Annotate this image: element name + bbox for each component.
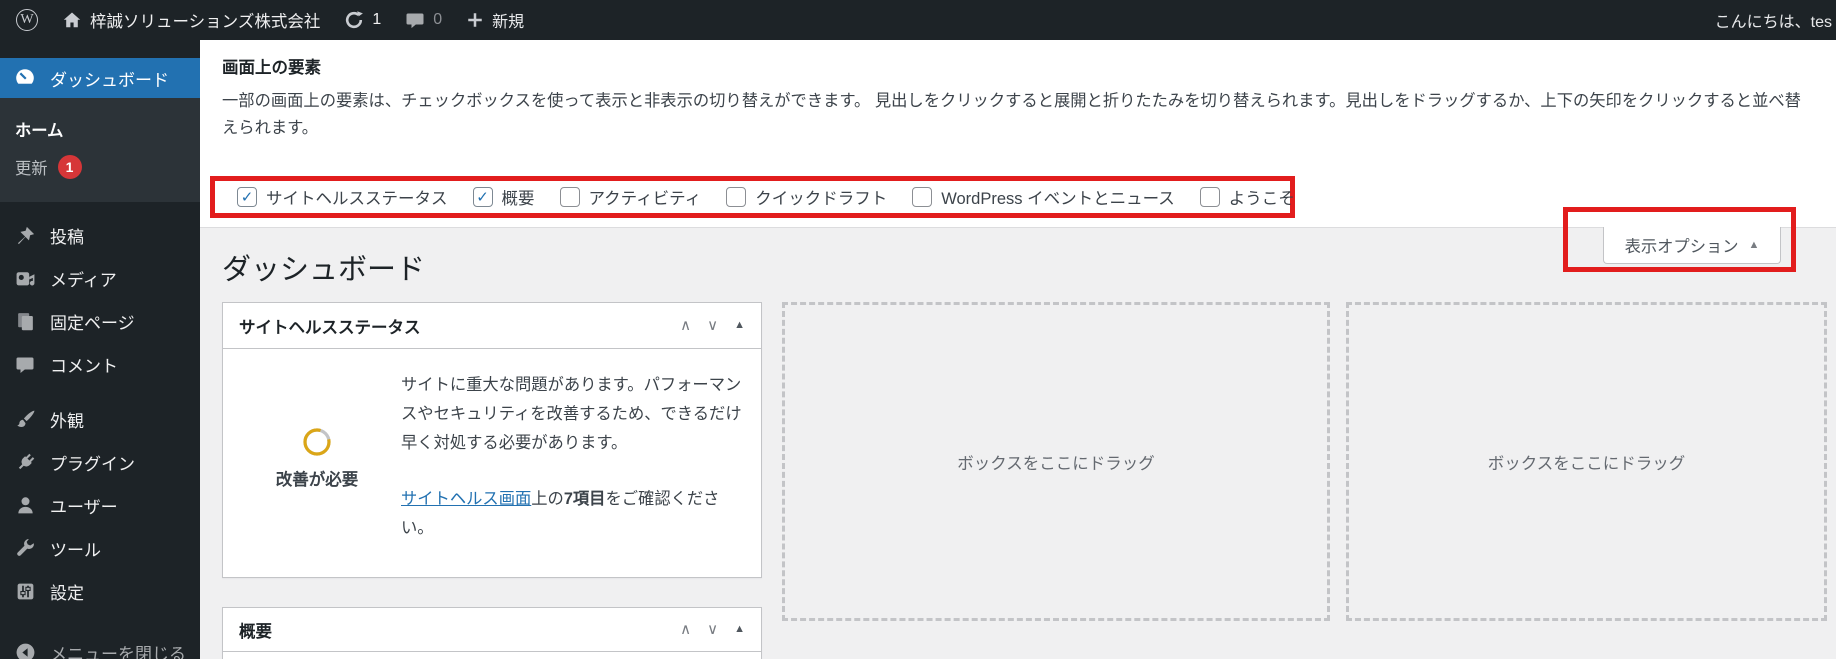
site-health-widget: サイトヘルスステータス ∧ ∨ ▲ 改善が必要 サイトに重大な問題があります。パ… [222,302,762,578]
account-greeting[interactable]: こんにちは、tes [1715,0,1832,40]
site-health-body: 改善が必要 サイトに重大な問題があります。パフォーマンスやセキュリティを改善する… [223,349,761,543]
sidebar-item-posts[interactable]: 投稿 [0,214,200,257]
sliders-icon [13,581,37,602]
sidebar-item-users[interactable]: ユーザー [0,484,200,527]
at-a-glance-widget-header[interactable]: 概要 ∧ ∨ ▲ [223,608,761,652]
update-icon [344,10,364,30]
screen-options-description: 一部の画面上の要素は、チェックボックスを使って表示と非表示の切り替えができます。… [222,92,1801,137]
site-health-description: サイトに重大な問題があります。パフォーマンスやセキュリティを改善するため、できる… [401,376,742,452]
widget-title: 概要 [239,622,272,641]
sidebar-item-appearance[interactable]: 外観 [0,398,200,441]
widget-drop-zone[interactable]: ボックスをここにドラッグ [782,302,1330,621]
pushpin-icon [13,225,37,246]
checkbox-at-a-glance[interactable]: ✓ 概要 [472,185,535,209]
home-icon [62,10,82,30]
sidebar-item-pages[interactable]: 固定ページ [0,300,200,343]
page-title: ダッシュボード [222,254,426,286]
checkbox-box: ✓ [559,187,580,207]
sidebar-item-label: ダッシュボード [50,70,169,90]
comments-menu[interactable]: 0 [393,0,454,40]
site-health-link-line: サイトヘルス画面上の7項目をご確認ください。 [401,490,720,537]
admin-sidebar: ダッシュボード ホーム 更新 1 投稿 メディア 固定ページ コメント 外観 プ… [0,40,200,659]
checkbox-box: ✓ [237,187,257,207]
move-up-icon[interactable]: ∧ [680,318,691,333]
sidebar-item-dashboard[interactable]: ダッシュボード [0,58,200,98]
admin-bar: W 梓誠ソリューションズ株式会社 1 0 新規 こんにちは、tes [0,0,1836,40]
collapse-arrow-icon [13,642,37,659]
status-label: 改善が必要 [275,471,359,489]
site-name-link[interactable]: 梓誠ソリューションズ株式会社 [50,0,332,40]
checkbox-quick-draft[interactable]: ✓ クイックドラフト [726,185,887,209]
sidebar-item-plugins[interactable]: プラグイン [0,441,200,484]
pages-icon [13,311,37,332]
screen-elements-heading: 画面上の要素 [222,59,321,77]
widget-drop-zone[interactable]: ボックスをここにドラッグ [1346,302,1827,621]
new-content-menu[interactable]: 新規 [454,0,536,40]
move-down-icon[interactable]: ∨ [707,318,718,333]
collapse-menu-button[interactable]: メニューを閉じる [0,631,200,659]
sidebar-subitem-home[interactable]: ホーム [0,110,200,148]
user-icon [13,495,37,516]
wrench-icon [13,538,37,559]
chevron-up-icon: ▲ [1748,239,1760,251]
move-down-icon[interactable]: ∨ [707,622,718,637]
at-a-glance-widget: 概要 ∧ ∨ ▲ [222,607,762,659]
plus-icon [466,11,484,29]
wordpress-logo-icon: W [16,9,38,31]
site-health-widget-header[interactable]: サイトヘルスステータス ∧ ∨ ▲ [223,303,761,349]
checkbox-box: ✓ [726,187,747,207]
checkbox-activity[interactable]: ✓ アクティビティ [559,185,701,209]
move-up-icon[interactable]: ∧ [680,622,691,637]
new-label: 新規 [492,14,525,31]
checkbox-box: ✓ [472,187,493,207]
site-health-status-ring [303,428,331,456]
media-icon [13,268,37,289]
sidebar-subitem-updates[interactable]: 更新 1 [0,148,200,186]
toggle-widget-icon[interactable]: ▲ [734,624,745,635]
sidebar-item-tools[interactable]: ツール [0,527,200,570]
main-content: 画面上の要素 一部の画面上の要素は、チェックボックスを使って表示と非表示の切り替… [200,40,1836,659]
dashboard-submenu: ホーム 更新 1 [0,98,200,202]
dashboard-gauge-icon [13,67,37,89]
checkbox-welcome[interactable]: ✓ ようこそ [1199,185,1295,209]
sidebar-item-comments[interactable]: コメント [0,343,200,386]
checkbox-site-health-status[interactable]: ✓ サイトヘルスステータス [237,185,448,209]
screen-options-toggle-button[interactable]: 表示オプション ▲ [1603,227,1781,264]
comment-count: 0 [433,11,443,28]
paintbrush-icon [13,409,37,430]
site-name-label: 梓誠ソリューションズ株式会社 [90,13,321,31]
checkbox-box: ✓ [1199,187,1220,207]
checkbox-wordpress-events-news[interactable]: ✓ WordPress イベントとニュース [912,185,1175,209]
annotation-red-box-checkboxes: ✓ サイトヘルスステータス ✓ 概要 ✓ アクティビティ ✓ クイックドラフト … [210,176,1295,218]
sidebar-item-media[interactable]: メディア [0,257,200,300]
comment-bubble-icon [405,10,425,30]
checkbox-box: ✓ [912,187,933,207]
update-count: 1 [372,11,382,28]
screen-options-panel: 画面上の要素 一部の画面上の要素は、チェックボックスを使って表示と非表示の切り替… [200,40,1836,228]
updates-menu[interactable]: 1 [332,0,393,40]
update-count-badge: 1 [57,155,82,179]
wordpress-logo-menu[interactable]: W [14,0,50,40]
widget-title: サイトヘルスステータス [239,318,421,337]
comments-icon [13,355,37,375]
toggle-widget-icon[interactable]: ▲ [734,320,745,331]
plug-icon [13,452,37,473]
site-health-screen-link[interactable]: サイトヘルス画面 [401,490,531,508]
sidebar-item-settings[interactable]: 設定 [0,570,200,613]
